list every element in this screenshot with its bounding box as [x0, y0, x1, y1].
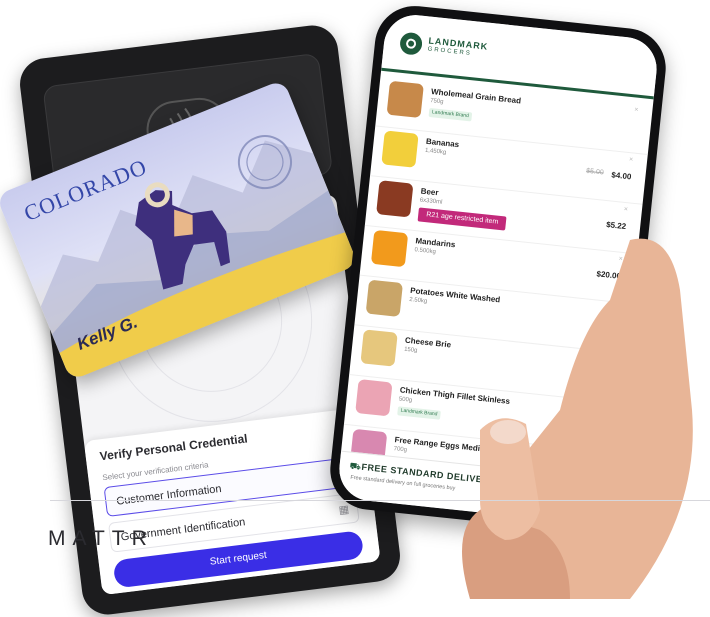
remove-item-icon[interactable]: ×	[634, 106, 639, 113]
old-price: $5.00	[585, 167, 604, 177]
remove-item-icon[interactable]: ×	[629, 156, 634, 163]
product-image	[381, 130, 419, 168]
store-logo-icon	[398, 31, 424, 56]
option-label: Customer Information	[115, 482, 223, 508]
product-weight: 750g	[429, 98, 444, 106]
mattr-wordmark: MATTR	[48, 527, 154, 550]
product-name: Wholemeal Grain Bread	[430, 87, 522, 106]
product-image	[386, 80, 424, 119]
brand-tag: Landmark Brand	[428, 107, 473, 122]
product-price: $4.00	[610, 170, 632, 182]
product-weight: 6x330ml	[419, 197, 443, 206]
product-name: Beer	[420, 186, 439, 198]
product-weight: 1,450kg	[424, 147, 447, 156]
sheet-title: Verify Personal Credential	[98, 431, 249, 464]
hand-holding-phone	[462, 238, 693, 599]
divider-line	[50, 500, 710, 501]
